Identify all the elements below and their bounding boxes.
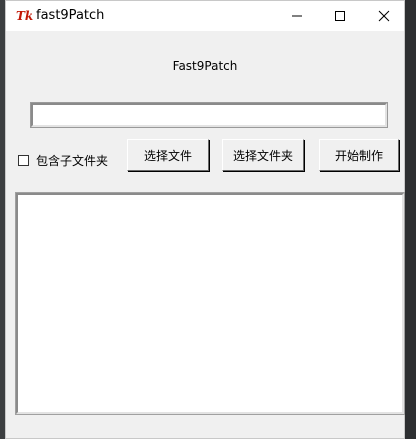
window-bottom-edge — [6, 425, 404, 438]
close-icon — [378, 10, 390, 22]
minimize-button[interactable] — [274, 1, 320, 31]
minimize-icon — [292, 15, 302, 17]
start-button[interactable]: 开始制作 — [319, 139, 399, 171]
background-editor-strip — [405, 0, 416, 439]
window-title: fast9Patch — [36, 8, 105, 23]
tk-feather-icon: Tk — [16, 9, 34, 23]
include-subfolders-label: 包含子文件夹 — [36, 154, 109, 168]
close-button[interactable] — [361, 1, 407, 31]
app-heading: Fast9Patch — [172, 59, 238, 73]
title-bar[interactable]: Tk fast9Patch — [6, 1, 404, 31]
maximize-icon — [335, 11, 345, 21]
select-folder-button[interactable]: 选择文件夹 — [222, 139, 304, 171]
log-text-area[interactable] — [15, 192, 405, 415]
path-input[interactable] — [30, 102, 388, 128]
select-file-button[interactable]: 选择文件 — [127, 139, 209, 171]
include-subfolders-option[interactable]: 包含子文件夹 — [18, 152, 108, 169]
include-subfolders-checkbox[interactable] — [18, 155, 29, 166]
app-window: Tk fast9Patch Fast9Patch 包含子文件夹 选择文件 选择文… — [5, 0, 405, 439]
maximize-button[interactable] — [317, 1, 363, 31]
